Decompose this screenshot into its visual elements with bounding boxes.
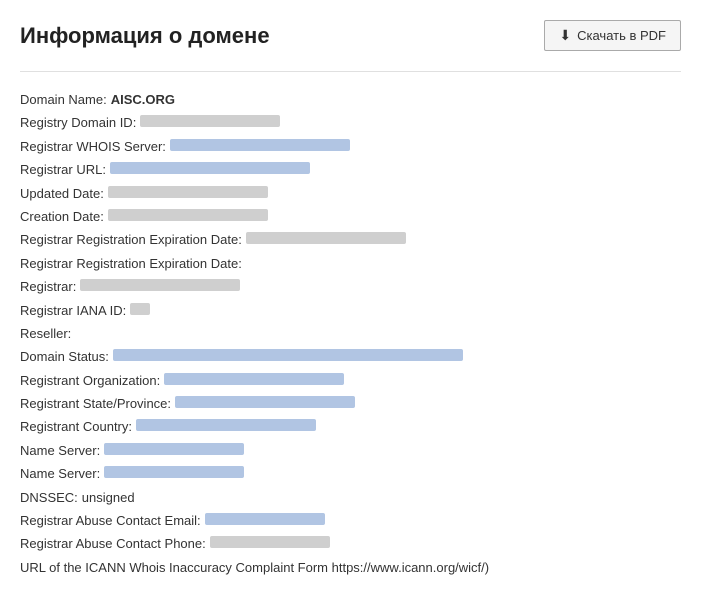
pdf-button-label: Скачать в PDF (577, 28, 666, 43)
table-row: Registrar WHOIS Server: (20, 135, 681, 158)
field-value-blurred (108, 209, 268, 221)
field-value-blurred (140, 115, 280, 127)
note-text: URL of the ICANN Whois Inaccuracy Compla… (20, 556, 489, 579)
table-row: Registrar: (20, 275, 681, 298)
field-value-blurred-link (113, 349, 463, 361)
field-value-blurred-link (136, 419, 316, 431)
field-label: Reseller: (20, 322, 71, 345)
table-row: Name Server: (20, 462, 681, 485)
field-value: AISC.ORG (111, 88, 175, 111)
field-value-blurred-link (164, 373, 344, 385)
table-row: DNSSEC: unsigned (20, 486, 681, 509)
field-label: Registry Domain ID: (20, 111, 136, 134)
field-value-blurred (130, 303, 150, 315)
table-row: Registrant Country: (20, 415, 681, 438)
field-label: Creation Date: (20, 205, 104, 228)
field-value-blurred-link (205, 513, 325, 525)
table-row: Domain Name: AISC.ORG (20, 88, 681, 111)
field-value-blurred (210, 536, 330, 548)
field-label: Registrar Registration Expiration Date: (20, 252, 242, 275)
table-row: Registrant Organization: (20, 369, 681, 392)
field-label: Updated Date: (20, 182, 104, 205)
table-row: Registrar URL: (20, 158, 681, 181)
table-row: Registrar Registration Expiration Date: (20, 228, 681, 251)
field-label: Domain Status: (20, 345, 109, 368)
table-row: Updated Date: (20, 182, 681, 205)
table-row: Registrar Abuse Contact Phone: (20, 532, 681, 555)
field-label: Domain Name: (20, 88, 107, 111)
table-row: Registrar IANA ID: (20, 299, 681, 322)
field-label: Registrant Organization: (20, 369, 160, 392)
field-value-blurred-link (104, 443, 244, 455)
table-row: Name Server: (20, 439, 681, 462)
table-row: Registrar Abuse Contact Email: (20, 509, 681, 532)
download-icon: ⬇ (559, 27, 571, 44)
table-row: Reseller: (20, 322, 681, 345)
table-row: Registrar Registration Expiration Date: (20, 252, 681, 275)
field-value-blurred (80, 279, 240, 291)
field-value-blurred-link (104, 466, 244, 478)
field-label: Registrar Abuse Contact Phone: (20, 532, 206, 555)
field-label: Registrar IANA ID: (20, 299, 126, 322)
table-row: Registry Domain ID: (20, 111, 681, 134)
header-divider (20, 71, 681, 72)
table-row: Domain Status: (20, 345, 681, 368)
table-row: Registrant State/Province: (20, 392, 681, 415)
field-label: Name Server: (20, 439, 100, 462)
field-label: Name Server: (20, 462, 100, 485)
table-row: URL of the ICANN Whois Inaccuracy Compla… (20, 556, 681, 579)
field-label: Registrar Abuse Contact Email: (20, 509, 201, 532)
field-value-blurred-link (175, 396, 355, 408)
pdf-download-button[interactable]: ⬇ Скачать в PDF (544, 20, 681, 51)
domain-info-table: Domain Name: AISC.ORGRegistry Domain ID:… (20, 88, 681, 579)
field-label: DNSSEC: (20, 486, 78, 509)
field-label: Registrar URL: (20, 158, 106, 181)
field-value-blurred-link (170, 139, 350, 151)
field-value-blurred (108, 186, 268, 198)
field-label: Registrar WHOIS Server: (20, 135, 166, 158)
field-value-blurred (246, 232, 406, 244)
table-row: Creation Date: (20, 205, 681, 228)
page-header: Информация о домене ⬇ Скачать в PDF (20, 20, 681, 51)
page-title: Информация о домене (20, 23, 270, 49)
field-label: Registrar: (20, 275, 76, 298)
field-label: Registrant Country: (20, 415, 132, 438)
field-label: Registrar Registration Expiration Date: (20, 228, 242, 251)
field-value: unsigned (82, 486, 135, 509)
field-label: Registrant State/Province: (20, 392, 171, 415)
field-value-blurred-link (110, 162, 310, 174)
